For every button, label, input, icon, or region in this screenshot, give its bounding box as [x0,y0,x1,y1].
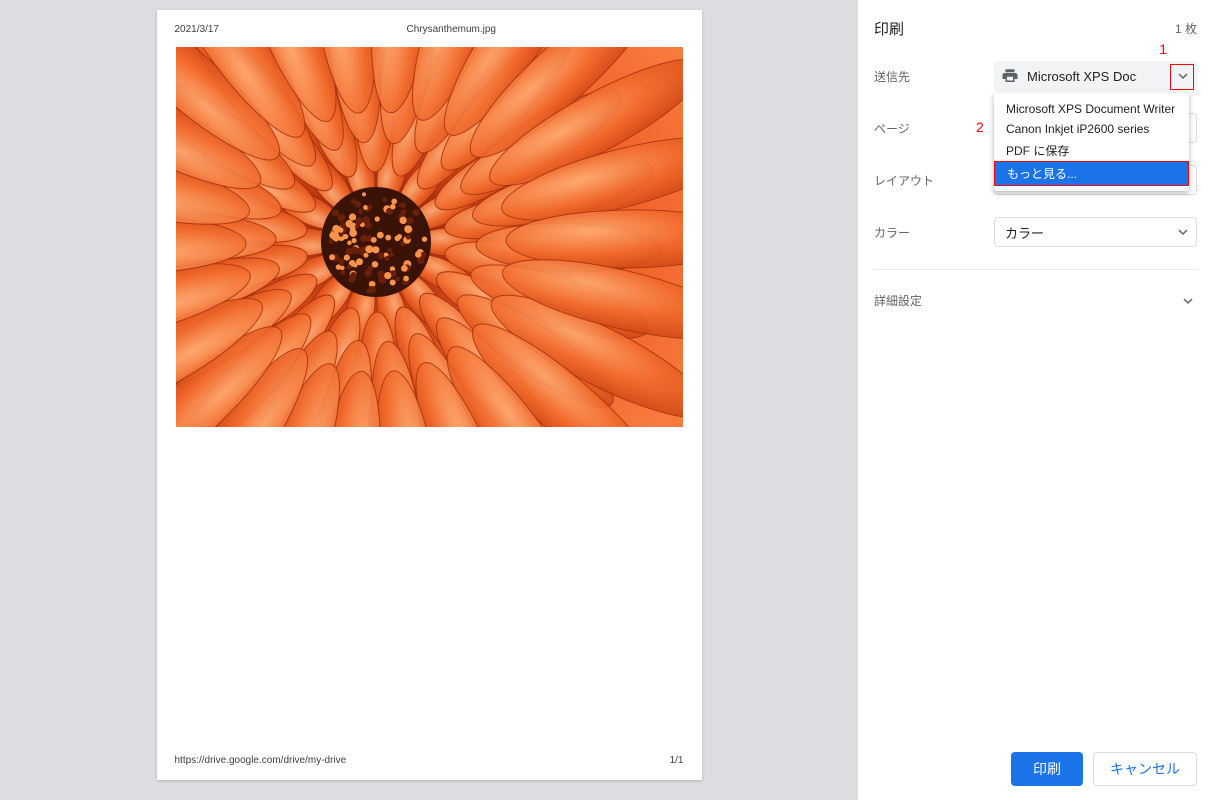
page-url: https://drive.google.com/drive/my-drive [175,755,347,766]
dropdown-item-pdf[interactable]: PDF に保存 [994,139,1189,162]
page-footer: https://drive.google.com/drive/my-drive … [175,755,684,766]
destination-label: 送信先 [874,68,994,85]
page-number: 1/1 [670,755,684,766]
chevron-down-icon [1178,227,1188,237]
dropdown-item-more[interactable]: もっと見る... [994,161,1189,186]
color-select[interactable]: カラー [994,217,1197,247]
destination-dropdown: Microsoft XPS Document Writer Canon Inkj… [994,93,1189,191]
color-value: カラー [1005,223,1044,242]
dropdown-item-canon[interactable]: Canon Inkjet iP2600 series [994,119,1189,139]
more-label: 詳細設定 [874,292,922,309]
printer-icon [1001,67,1019,85]
preview-page: 2021/3/17 Chrysanthemum.jpg [157,10,702,780]
separator [874,269,1197,270]
print-button[interactable]: 印刷 [1011,752,1083,786]
cancel-button[interactable]: キャンセル [1093,752,1197,786]
page-header: 2021/3/17 Chrysanthemum.jpg [175,24,684,35]
panel-title: 印刷 [874,18,904,39]
more-settings-row[interactable]: 詳細設定 [874,292,1197,309]
print-preview-area: 2021/3/17 Chrysanthemum.jpg [0,0,858,800]
print-panel: 印刷 1 枚 送信先 1 2 Microsoft XPS Docum Micro… [858,0,1213,800]
preview-image: (function(){ var ns="http://www.w3.org/2… [176,47,683,427]
destination-value: Microsoft XPS Docum [1027,69,1137,84]
annotation-2: 2 [976,119,984,135]
dropdown-item-xps[interactable]: Microsoft XPS Document Writer [994,99,1189,119]
chevron-down-icon [1178,71,1188,81]
page-date: 2021/3/17 [175,24,220,35]
color-label: カラー [874,224,994,241]
layout-label: レイアウト [874,172,994,189]
chevron-down-icon [1183,296,1193,306]
destination-select[interactable]: Microsoft XPS Docum [994,61,1197,91]
page-filename: Chrysanthemum.jpg [219,24,684,35]
sheet-count: 1 枚 [1175,20,1197,37]
annotation-1: 1 [1159,41,1167,57]
